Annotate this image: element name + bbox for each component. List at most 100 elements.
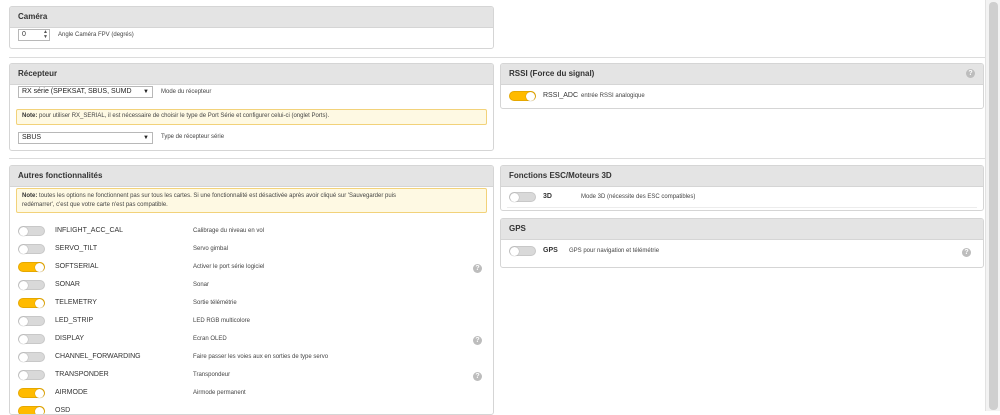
feature-desc: Servo gimbal: [193, 246, 229, 252]
gps-name: GPS: [543, 247, 558, 254]
toggle-knob: [510, 193, 519, 202]
receiver-type-select[interactable]: SBUS ▼: [18, 132, 153, 144]
dropdown-arrow-icon: ▼: [143, 89, 149, 95]
feature-name: LED_STRIP: [55, 317, 94, 324]
receiver-note: Note: pour utiliser RX_SERIAL, il est né…: [16, 109, 487, 125]
feature-row: LED_STRIP LED RGB multicolore: [10, 313, 493, 331]
receiver-type-label: Type de récepteur série: [161, 134, 225, 140]
note-label: Note:: [22, 113, 38, 119]
features-note: Note: toutes les options ne fonctionnent…: [16, 188, 487, 213]
feature-row: SERVO_TILT Servo gimbal: [10, 241, 493, 259]
feature-toggle[interactable]: [18, 352, 45, 362]
camera-panel-title: Caméra: [10, 7, 493, 28]
toggle-knob: [35, 299, 44, 308]
toggle-knob: [526, 92, 535, 101]
toggle-knob: [19, 317, 28, 326]
camera-angle-stepper[interactable]: 0 ▲ ▼: [18, 29, 50, 41]
feature-row: SOFTSERIAL Activer le port série logiciel…: [10, 259, 493, 277]
esc-3d-name: 3D: [543, 193, 552, 200]
esc-panel-title: Fonctions ESC/Moteurs 3D: [501, 166, 983, 187]
rssi-panel: RSSI (Force du signal) ? RSSI_ADC entrée…: [500, 63, 984, 109]
feature-row: CHANNEL_FORWARDING Faire passer les voies…: [10, 349, 493, 367]
receiver-mode-select[interactable]: RX série (SPEKSAT, SBUS, SUMD ▼: [18, 86, 153, 98]
toggle-knob: [19, 335, 28, 344]
toggle-knob: [19, 371, 28, 380]
features-note-line1: toutes les options ne fonctionnent pas s…: [37, 193, 397, 199]
rssi-desc: entrée RSSI analogique: [581, 93, 645, 99]
toggle-knob: [510, 247, 519, 256]
scrollbar-thumb[interactable]: [989, 2, 998, 410]
receiver-note-text: pour utiliser RX_SERIAL, il est nécessai…: [37, 113, 330, 119]
toggle-knob: [35, 407, 44, 414]
stepper-arrows-icon[interactable]: ▲ ▼: [43, 30, 48, 40]
feature-desc: Ecran OLED: [193, 336, 227, 342]
rssi-panel-title: RSSI (Force du signal) ?: [501, 64, 983, 85]
receiver-panel: Récepteur RX série (SPEKSAT, SBUS, SUMD …: [9, 63, 494, 151]
feature-name: SERVO_TILT: [55, 245, 98, 252]
feature-row: TELEMETRY Sortie télémétrie: [10, 295, 493, 313]
gps-toggle[interactable]: [509, 246, 536, 256]
feature-row: OSD: [10, 403, 493, 414]
feature-row: INFLIGHT_ACC_CAL Calibrage du niveau en v…: [10, 223, 493, 241]
feature-desc: Transpondeur: [193, 372, 231, 378]
help-icon[interactable]: ?: [473, 372, 482, 381]
receiver-mode-label: Mode du récepteur: [161, 89, 212, 95]
feature-desc: Activer le port série logiciel: [193, 264, 265, 270]
esc-3d-toggle[interactable]: [509, 192, 536, 202]
feature-desc: Sortie télémétrie: [193, 300, 237, 306]
toggle-knob: [19, 245, 28, 254]
feature-desc: Calibrage du niveau en vol: [193, 228, 265, 234]
feature-desc: LED RGB multicolore: [193, 318, 251, 324]
rssi-toggle[interactable]: [509, 91, 536, 101]
receiver-mode-value: RX série (SPEKSAT, SBUS, SUMD: [22, 88, 132, 95]
feature-toggle[interactable]: [18, 388, 45, 398]
gps-panel: GPS GPS GPS pour navigation et télémétri…: [500, 218, 984, 268]
rssi-title-text: RSSI (Force du signal): [509, 69, 595, 78]
feature-toggle[interactable]: [18, 298, 45, 308]
feature-toggle[interactable]: [18, 280, 45, 290]
feature-name: SOFTSERIAL: [55, 263, 99, 270]
feature-name: SONAR: [55, 281, 80, 288]
toggle-knob: [35, 263, 44, 272]
esc-3d-desc: Mode 3D (nécessite des ESC compatibles): [581, 194, 696, 200]
scrollbar-track[interactable]: [985, 0, 1000, 411]
divider: [9, 158, 985, 159]
features-note-line2: redémarrer', c'est que votre carte n'est…: [22, 202, 168, 208]
feature-name: TRANSPONDER: [55, 371, 109, 378]
features-panel: Autres fonctionnalités Note: toutes les …: [9, 165, 494, 415]
rssi-name: RSSI_ADC: [543, 92, 579, 99]
feature-toggle[interactable]: [18, 334, 45, 344]
receiver-panel-title: Récepteur: [10, 64, 493, 85]
toggle-knob: [19, 227, 28, 236]
feature-name: INFLIGHT_ACC_CAL: [55, 227, 124, 234]
divider: [9, 57, 985, 58]
camera-angle-label: Angle Caméra FPV (degrés): [58, 32, 134, 38]
gps-desc: GPS pour navigation et télémétrie: [569, 248, 660, 254]
note-label: Note:: [22, 193, 38, 199]
esc-panel: Fonctions ESC/Moteurs 3D 3D Mode 3D (néc…: [500, 165, 984, 211]
camera-angle-value: 0: [22, 31, 26, 38]
row-divider: [507, 207, 977, 208]
gps-panel-title: GPS: [501, 219, 983, 240]
toggle-knob: [19, 281, 28, 290]
feature-desc: Sonar: [193, 282, 210, 288]
feature-toggle[interactable]: [18, 244, 45, 254]
help-icon[interactable]: ?: [966, 69, 975, 78]
receiver-type-value: SBUS: [22, 134, 42, 141]
feature-toggle[interactable]: [18, 316, 45, 326]
toggle-knob: [35, 389, 44, 398]
feature-toggle[interactable]: [18, 226, 45, 236]
help-icon[interactable]: ?: [473, 264, 482, 273]
feature-name: CHANNEL_FORWARDING: [55, 353, 141, 360]
dropdown-arrow-icon: ▼: [143, 135, 149, 141]
feature-row: SONAR Sonar: [10, 277, 493, 295]
help-icon[interactable]: ?: [473, 336, 482, 345]
features-panel-title: Autres fonctionnalités: [10, 166, 493, 187]
feature-toggle[interactable]: [18, 262, 45, 272]
feature-name: TELEMETRY: [55, 299, 97, 306]
help-icon[interactable]: ?: [962, 248, 971, 257]
toggle-knob: [19, 353, 28, 362]
feature-row: DISPLAY Ecran OLED?: [10, 331, 493, 349]
camera-panel: Caméra 0 ▲ ▼ Angle Caméra FPV (degrés): [9, 6, 494, 49]
feature-toggle[interactable]: [18, 370, 45, 380]
